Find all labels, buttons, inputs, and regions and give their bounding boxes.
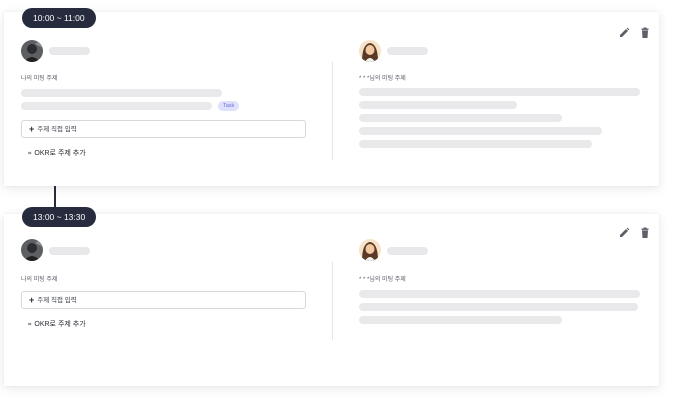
timeline-connector xyxy=(54,186,56,208)
meeting-card: 나의 미팅 주제 + 주제 직접 입력 ⌗ OKR로 주제 추가 * * *님의 미… xyxy=(4,214,659,386)
task-tag: Task xyxy=(218,101,240,111)
plus-icon: + xyxy=(29,295,35,305)
add-okr-topic-button[interactable]: ⌗ OKR로 주제 추가 xyxy=(28,319,86,329)
my-avatar xyxy=(21,40,43,62)
topic-placeholder xyxy=(359,316,562,324)
topic-placeholder xyxy=(359,88,640,96)
my-topics-label: 나의 미팅 주제 xyxy=(21,76,58,82)
topic-placeholder xyxy=(359,290,640,298)
trash-icon xyxy=(641,227,649,238)
okr-icon: ⌗ xyxy=(28,151,32,157)
other-avatar xyxy=(359,40,381,62)
trash-icon xyxy=(641,27,649,38)
column-divider xyxy=(332,62,333,160)
other-topics-label: * * *님의 미팅 주제 xyxy=(359,277,406,283)
okr-icon: ⌗ xyxy=(28,322,32,328)
topic-input[interactable]: + 주제 직접 입력 xyxy=(21,291,306,309)
topic-placeholder xyxy=(21,102,212,110)
topic-input-label: 주제 직접 입력 xyxy=(37,297,77,304)
pencil-icon xyxy=(620,27,630,37)
meeting-time-badge: 13:00 ~ 13:30 xyxy=(22,207,97,227)
okr-link-label: OKR로 주제 추가 xyxy=(34,321,86,328)
topic-placeholder xyxy=(359,114,562,122)
meeting-card: 나의 미팅 주제 Task + 주제 직접 입력 ⌗ OKR로 주제 추가 * * … xyxy=(4,12,659,186)
my-name-placeholder xyxy=(49,247,90,255)
delete-button[interactable] xyxy=(639,227,651,239)
edit-button[interactable] xyxy=(618,227,630,239)
plus-icon: + xyxy=(29,124,35,134)
add-okr-topic-button[interactable]: ⌗ OKR로 주제 추가 xyxy=(28,148,86,158)
other-name-placeholder xyxy=(387,47,428,55)
other-avatar xyxy=(359,239,381,261)
my-name-placeholder xyxy=(49,47,90,55)
meeting-time-badge: 10:00 ~ 11:00 xyxy=(22,8,96,28)
my-topics-label: 나의 미팅 주제 xyxy=(21,277,58,283)
topic-placeholder xyxy=(359,303,638,311)
column-divider xyxy=(332,262,333,340)
topic-placeholder xyxy=(359,101,517,109)
topic-input[interactable]: + 주제 직접 입력 xyxy=(21,120,306,138)
okr-link-label: OKR로 주제 추가 xyxy=(34,150,86,157)
edit-button[interactable] xyxy=(618,27,630,39)
other-topics-label: * * *님의 미팅 주제 xyxy=(359,76,406,82)
topic-placeholder xyxy=(359,127,602,135)
other-name-placeholder xyxy=(387,247,428,255)
pencil-icon xyxy=(620,227,630,237)
topic-placeholder xyxy=(21,89,222,97)
topic-placeholder xyxy=(359,140,592,148)
delete-button[interactable] xyxy=(639,27,651,39)
my-avatar xyxy=(21,239,43,261)
topic-input-label: 주제 직접 입력 xyxy=(37,126,77,133)
